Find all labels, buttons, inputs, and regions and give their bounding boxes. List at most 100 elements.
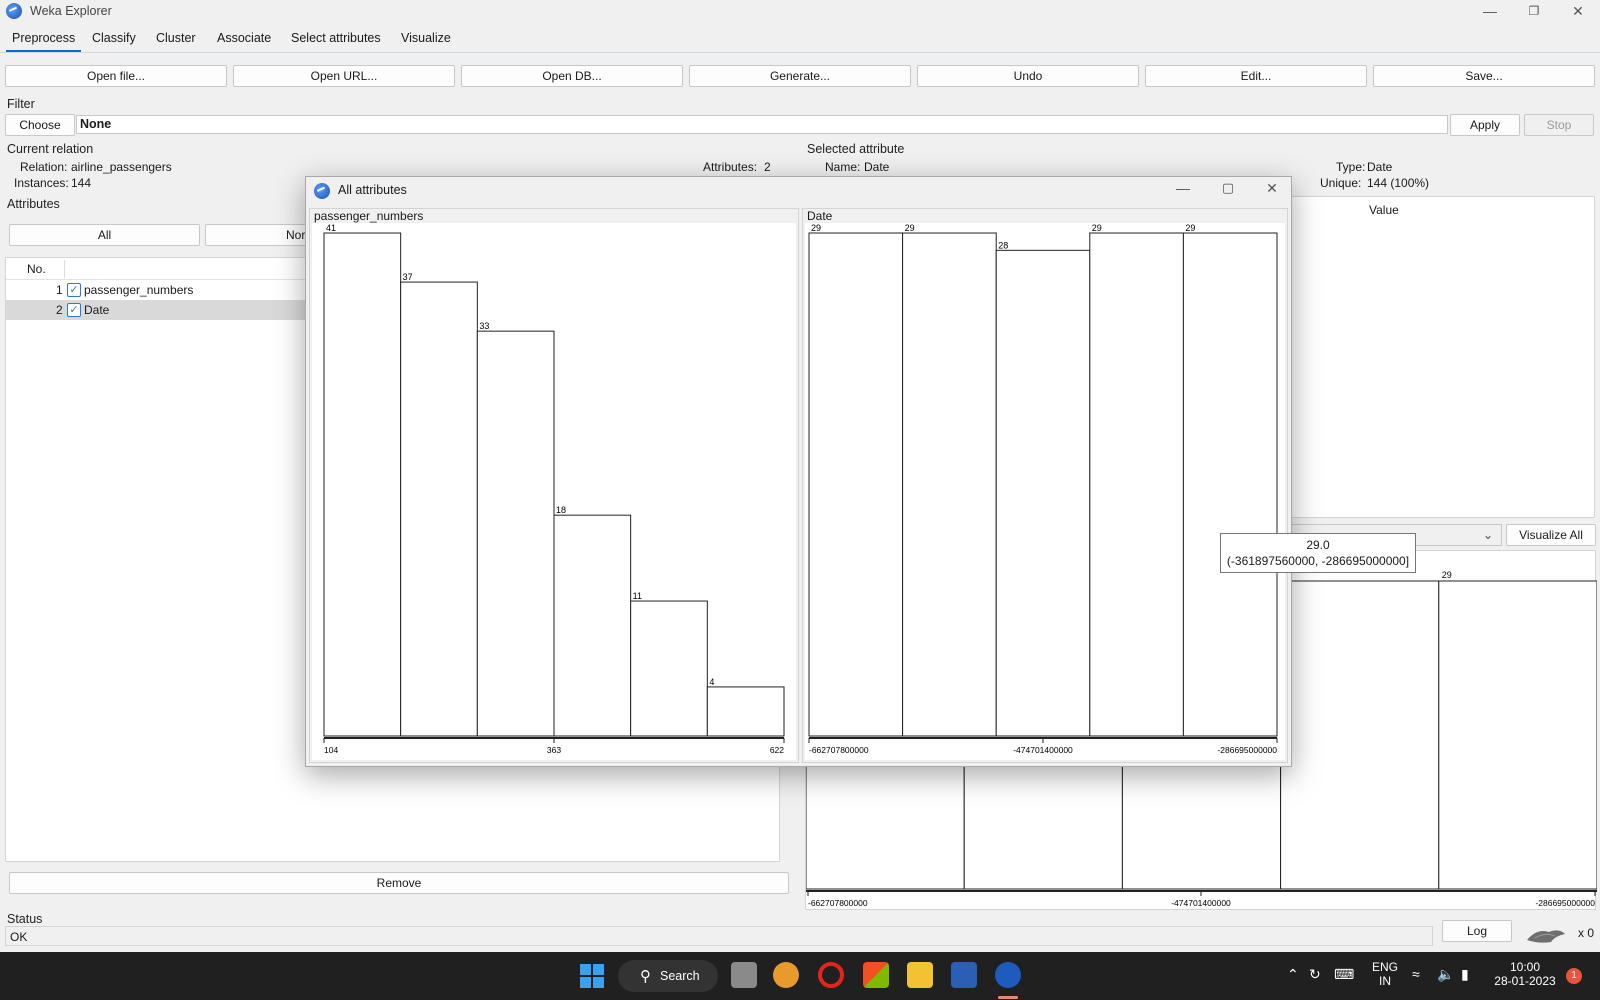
histogram-bar[interactable]	[553, 514, 632, 737]
generate-button[interactable]: Generate...	[689, 65, 911, 87]
browser-icon[interactable]	[773, 962, 799, 988]
checkbox-checked-icon[interactable]: ✓	[67, 303, 81, 317]
selected-attribute-title: Selected attribute	[807, 142, 905, 156]
clock[interactable]: 10:00 28-01-2023	[1490, 960, 1560, 988]
open-db-button[interactable]: Open DB...	[461, 65, 683, 87]
status-text: OK	[10, 930, 28, 944]
keyboard-icon[interactable]: ⌨	[1334, 966, 1354, 983]
restore-icon[interactable]: ❐	[1514, 0, 1554, 22]
search-box[interactable]: ⚲ Search	[618, 960, 718, 992]
histogram-bar[interactable]	[476, 330, 555, 737]
sync-icon[interactable]: ↻	[1309, 966, 1321, 983]
histogram-bar[interactable]	[1280, 580, 1440, 890]
open-url-button[interactable]: Open URL...	[233, 65, 455, 87]
attributes-count-label: Attributes:	[703, 160, 758, 174]
histogram-bar[interactable]	[1438, 580, 1597, 890]
tooltip-value: 29.0	[1306, 538, 1330, 552]
visualize-all-button[interactable]: Visualize All	[1506, 524, 1596, 546]
histogram-bar[interactable]	[323, 232, 402, 737]
histogram-bar[interactable]	[995, 249, 1091, 737]
unique-value: 144 (100%)	[1367, 176, 1430, 190]
weka-taskbar-icon[interactable]	[995, 962, 1021, 988]
task-count: x 0	[1578, 926, 1595, 940]
tab-preprocess[interactable]: Preprocess	[6, 28, 82, 52]
bar-count-label: 29	[1442, 570, 1452, 580]
histogram-panel: Date 29 29 28 29 29 -662707800000 -47470140000…	[802, 208, 1288, 763]
histogram-svg: 41 37 33 18 11 4 104 363 622	[323, 223, 785, 755]
chevron-up-icon[interactable]: ⌃	[1287, 966, 1299, 983]
filter-field[interactable]: None	[76, 115, 1448, 134]
histogram-bar[interactable]	[706, 686, 785, 737]
histogram-panel: passenger_numbers 41 37 33 18 11 4 104 363 622	[309, 208, 799, 763]
attributes-count-value: 2	[764, 160, 771, 174]
row-number: 2	[56, 303, 63, 317]
windows-start-icon[interactable]	[580, 964, 604, 988]
row-number: 1	[56, 283, 63, 297]
histogram-bar[interactable]	[902, 232, 997, 737]
remove-button[interactable]: Remove	[9, 872, 789, 894]
histogram-area: 29 29 28 29 29 -662707800000 -474701400000 -286…	[805, 223, 1285, 760]
tooltip-range: (-361897560000, -286695000000]	[1226, 554, 1410, 568]
maximize-icon[interactable]: ▢	[1208, 177, 1248, 199]
x-tick-label: 363	[547, 745, 561, 755]
word-icon[interactable]	[951, 962, 977, 988]
bar-count-label: 18	[556, 505, 566, 515]
select-all-button[interactable]: All	[9, 224, 200, 246]
store-icon[interactable]	[863, 962, 889, 988]
opera-icon[interactable]	[818, 962, 844, 988]
histogram-bar[interactable]	[808, 232, 904, 737]
open-file-button[interactable]: Open file...	[5, 65, 227, 87]
bar-count-label: 11	[633, 591, 642, 601]
battery-icon[interactable]: ▮	[1461, 966, 1469, 983]
instances-label: Instances:	[14, 176, 69, 190]
histogram-area: 41 37 33 18 11 4 104 363 622	[312, 223, 796, 760]
log-button[interactable]: Log	[1442, 920, 1512, 942]
histogram-bar[interactable]	[400, 281, 478, 737]
name-value: Date	[864, 160, 890, 174]
clock-date: 28-01-2023	[1494, 974, 1556, 988]
histogram-bar[interactable]	[630, 600, 708, 737]
tab-classify[interactable]: Classify	[86, 28, 142, 52]
bar-count-label: 41	[326, 223, 336, 233]
task-view-icon[interactable]	[731, 962, 757, 988]
tab-associate[interactable]: Associate	[211, 28, 277, 52]
clock-time: 10:00	[1509, 960, 1541, 974]
edit-button[interactable]: Edit...	[1145, 65, 1367, 87]
volume-muted-icon[interactable]: 🔈	[1437, 966, 1454, 983]
column-no-header[interactable]: No.	[27, 262, 46, 276]
tab-divider	[0, 52, 1600, 53]
tab-cluster[interactable]: Cluster	[150, 28, 202, 52]
minimize-icon[interactable]: —	[1163, 177, 1203, 199]
current-relation-title: Current relation	[7, 142, 94, 156]
chevron-down-icon: ⌄	[1482, 528, 1493, 542]
status-title: Status	[7, 912, 43, 926]
close-icon[interactable]: ✕	[1558, 0, 1598, 22]
x-tick-label: 104	[324, 745, 338, 755]
weka-app-icon	[314, 183, 330, 199]
notification-badge[interactable]: 1	[1566, 968, 1582, 984]
dialog-title: All attributes	[338, 183, 407, 197]
bar-tooltip: 29.0 (-361897560000, -286695000000]	[1220, 533, 1416, 573]
bar-count-label: 29	[1092, 223, 1102, 233]
minimize-icon[interactable]: —	[1470, 0, 1510, 22]
type-value: Date	[1367, 160, 1393, 174]
close-icon[interactable]: ✕	[1252, 177, 1292, 199]
stop-button[interactable]: Stop	[1524, 114, 1594, 136]
x-tick-label: -662707800000	[809, 745, 869, 755]
choose-filter-button[interactable]: Choose	[5, 114, 75, 136]
type-label: Type:	[1336, 160, 1366, 174]
bar-count-label: 28	[998, 240, 1008, 250]
wifi-icon[interactable]: ≈	[1412, 966, 1420, 982]
checkbox-checked-icon[interactable]: ✓	[67, 283, 81, 297]
undo-button[interactable]: Undo	[917, 65, 1139, 87]
save-button[interactable]: Save...	[1373, 65, 1595, 87]
histogram-bar[interactable]	[1089, 232, 1184, 737]
language-indicator[interactable]: ENG IN	[1372, 960, 1398, 988]
file-explorer-icon[interactable]	[907, 962, 933, 988]
x-tick-label: -286695000000	[1535, 898, 1595, 908]
value-column-header[interactable]: Value	[1369, 203, 1399, 217]
histogram-bar[interactable]	[1182, 232, 1278, 737]
tab-select-attributes[interactable]: Select attributes	[285, 28, 387, 52]
apply-button[interactable]: Apply	[1450, 114, 1520, 136]
tab-visualize[interactable]: Visualize	[395, 28, 457, 52]
